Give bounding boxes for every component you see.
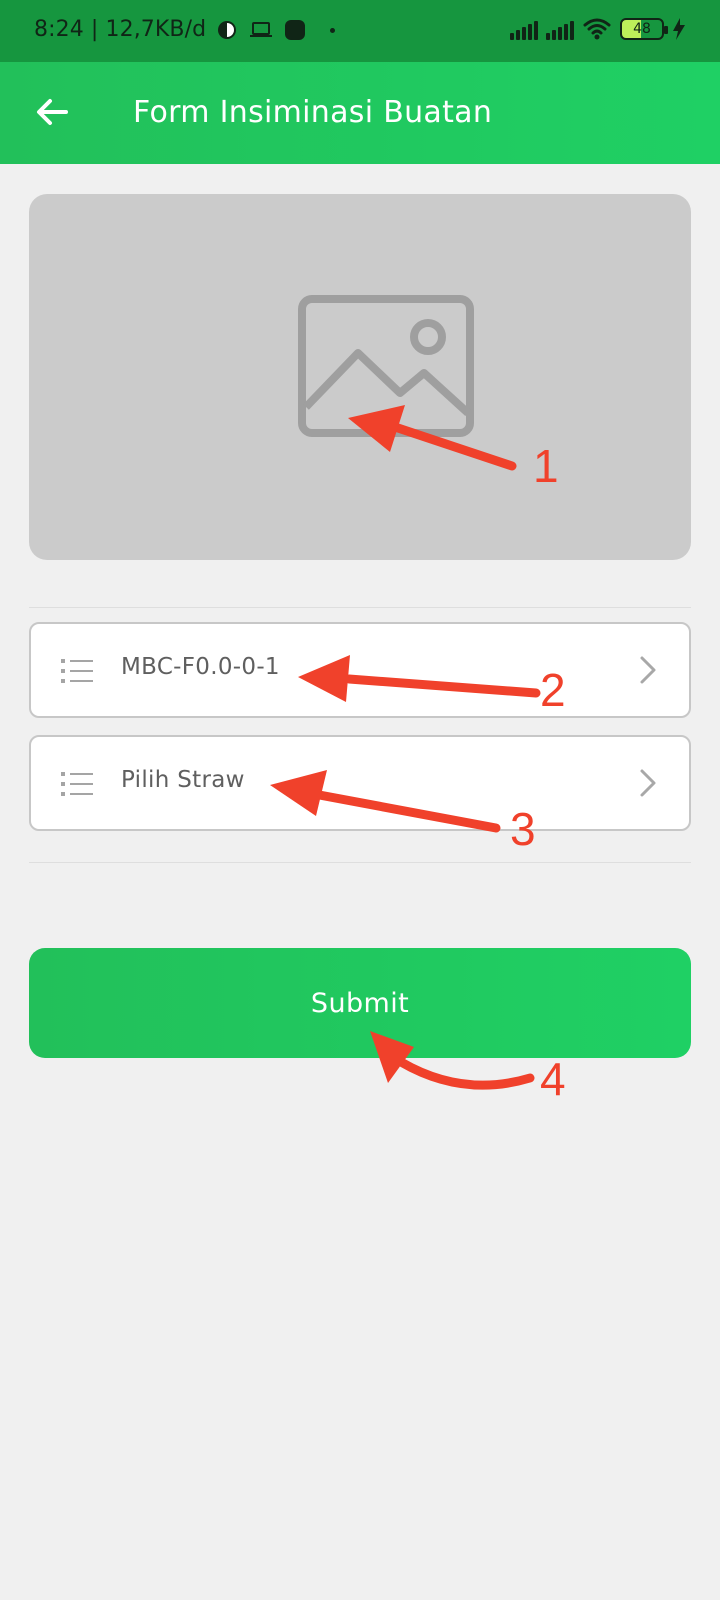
divider-top [29,607,691,608]
select-bull-label: MBC-F0.0-0-1 [121,654,280,680]
back-button[interactable] [28,88,76,136]
select-bull-field[interactable]: MBC-F0.0-0-1 [29,622,691,718]
signal-icon [546,18,574,40]
submit-button[interactable]: Submit [29,948,691,1058]
page-title: Form Insiminasi Buatan [133,95,493,130]
battery-level: 48 [633,21,651,37]
list-icon [61,659,93,683]
chevron-right-icon [640,656,656,684]
laptop-icon [250,22,273,37]
list-icon [61,772,93,796]
circle-status-icon [218,21,237,39]
image-placeholder-icon [298,295,474,437]
status-right: 48 [510,17,686,41]
select-straw-field[interactable]: Pilih Straw [29,735,691,831]
app-bar: Form Insiminasi Buatan [0,62,720,164]
status-bar: 8:24 | 12,7KB/d 48 [0,0,720,62]
chevron-right-icon [640,769,656,797]
status-left: 8:24 | 12,7KB/d [34,17,336,42]
signal-icon [510,18,538,40]
app-status-icon [285,20,306,40]
image-picker[interactable] [29,194,691,560]
dot-icon [330,27,336,33]
select-straw-label: Pilih Straw [121,767,245,793]
arrow-left-icon [37,99,68,125]
wifi-icon [583,18,611,40]
status-time-speed: 8:24 | 12,7KB/d [34,17,207,42]
charging-icon [673,18,685,40]
annotation-number-4: 4 [540,1053,566,1105]
battery-icon: 48 [620,18,668,40]
divider-bottom [29,862,691,863]
